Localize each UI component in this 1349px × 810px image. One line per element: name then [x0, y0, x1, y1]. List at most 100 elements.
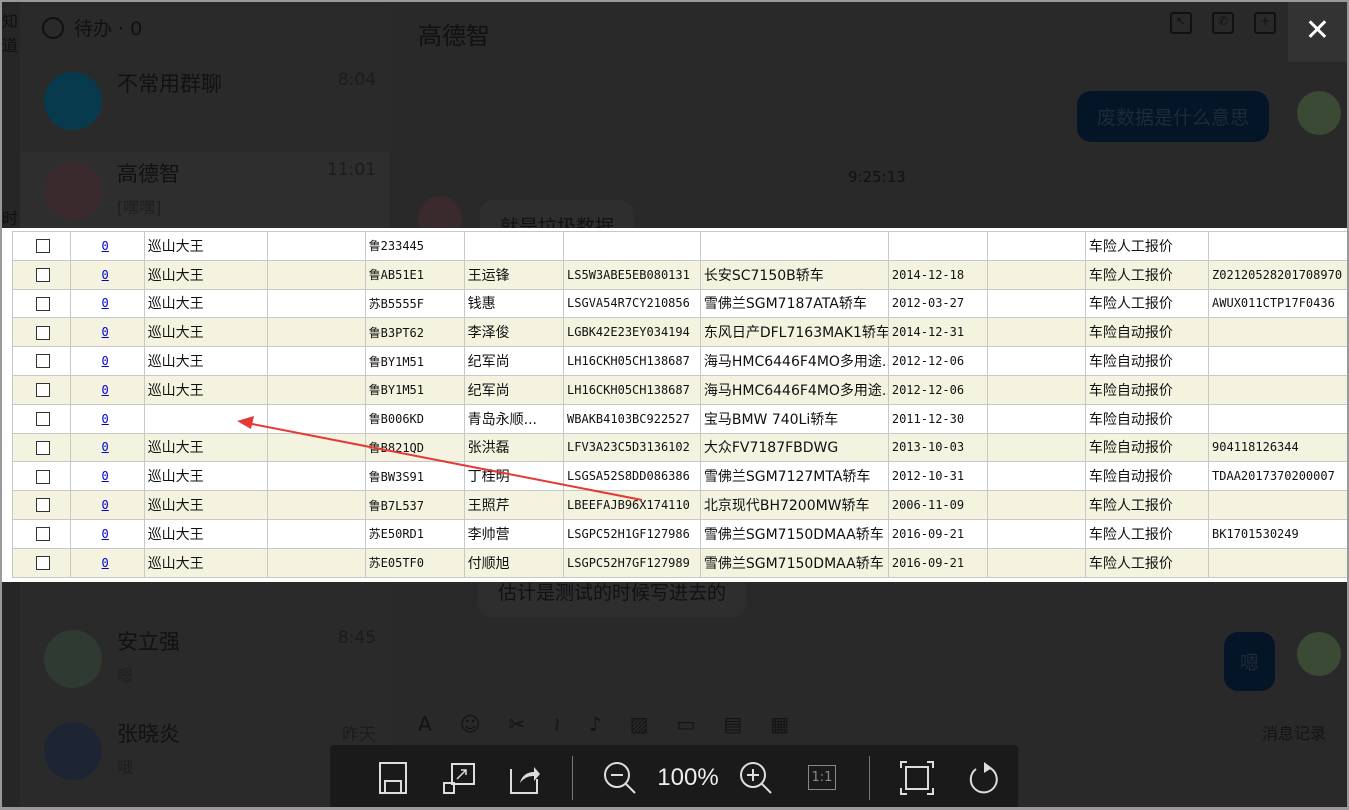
count-link[interactable]: 0 — [102, 383, 109, 397]
close-viewer-button[interactable]: ✕ — [1288, 2, 1347, 62]
conversation-name: 不常用群聊 — [117, 72, 222, 96]
table-cell — [987, 259, 1086, 290]
row-checkbox[interactable] — [36, 527, 50, 542]
conversation-item[interactable]: 安立强 8:45 嗯 — [20, 620, 390, 712]
table-cell — [987, 288, 1086, 319]
row-checkbox[interactable] — [36, 498, 50, 513]
phone-icon[interactable]: ✆ — [1212, 12, 1234, 34]
count-link[interactable]: 0 — [102, 556, 109, 570]
conversation-name: 安立强 — [117, 630, 180, 654]
table-cell: 0 — [69, 231, 145, 261]
open-original-button[interactable] — [426, 753, 492, 803]
count-link[interactable]: 0 — [102, 412, 109, 426]
screen-share-icon[interactable]: ↖ — [1170, 12, 1192, 34]
conversation-time: 昨天 — [342, 725, 376, 745]
count-link[interactable]: 0 — [102, 325, 109, 339]
table-cell: 车险自动报价 — [1084, 403, 1210, 434]
expand-icon — [443, 762, 475, 794]
avatar — [44, 162, 102, 220]
share-button[interactable] — [492, 753, 558, 803]
conversation-time: 8:45 — [337, 628, 376, 648]
count-link[interactable]: 0 — [102, 268, 109, 282]
microphone-icon[interactable]: ♪ — [589, 712, 602, 736]
edge-text: 知道 — [2, 12, 19, 55]
avatar — [44, 722, 102, 780]
count-link[interactable]: 0 — [102, 354, 109, 368]
image-icon[interactable]: ▨ — [630, 712, 649, 736]
viewed-image: 0 巡山大王 鲁233445 车险人工报价 0 巡山大王 鲁AB51E1 王运锋 LS5W3AB… — [2, 228, 1349, 582]
table-row: 0 巡山大王 鲁BY1M51 纪军尚 LH16CKH05CH138687 海马HMC644… — [12, 346, 1349, 376]
share-icon — [510, 766, 540, 794]
table-cell — [987, 231, 1086, 261]
table-cell: 鲁BY1M51 — [364, 346, 465, 376]
add-member-icon[interactable]: + — [1254, 12, 1276, 34]
table-cell: 北京现代BH7200MW轿车 — [699, 490, 889, 520]
todo-button[interactable]: 待办 · 0 — [42, 14, 142, 41]
font-icon[interactable]: A — [418, 712, 432, 736]
table-cell: 0 — [69, 547, 145, 578]
table-cell — [267, 461, 366, 492]
table-cell: 钱惠 — [463, 288, 565, 319]
message-bubble: 废数据是什么意思 — [1077, 91, 1270, 142]
table-row: 0 巡山大王 鲁233445 车险人工报价 — [12, 231, 1349, 261]
table-cell: 长安SC7150B轿车 — [699, 259, 889, 290]
doc-icon[interactable]: ▤ — [723, 712, 742, 736]
table-cell — [887, 231, 989, 261]
row-checkbox[interactable] — [36, 555, 50, 570]
table-cell — [987, 547, 1086, 578]
edge-text: 时 — [2, 209, 19, 228]
table-cell: LH16CKH05CH138687 — [563, 374, 701, 405]
table-cell: 2012-10-31 — [887, 461, 989, 492]
rotate-icon — [969, 761, 998, 793]
table-row: 0 巡山大王 鲁BY1M51 纪军尚 LH16CKH05CH138687 海马HMC644… — [12, 374, 1349, 405]
table-row: 0 鲁B006KD 青岛永顺... WBAKB4103BC922527 宝马BMW 74… — [12, 403, 1349, 434]
conversation-item[interactable]: 不常用群聊 8:04 — [20, 62, 390, 154]
chat-title: 高德智 — [418, 22, 490, 50]
table-cell: 车险人工报价 — [1084, 288, 1210, 319]
zoom-in-icon — [740, 761, 772, 794]
table-row: 0 巡山大王 苏B5555F 钱惠 LSGVA54R7CY210856 雪佛兰SGM718… — [12, 288, 1349, 319]
row-checkbox[interactable] — [36, 440, 50, 455]
calendar-icon[interactable]: ▦ — [770, 712, 789, 736]
row-checkbox[interactable] — [36, 296, 50, 311]
message-history-button[interactable]: 消息记录 — [1262, 720, 1326, 744]
emoji-icon[interactable]: ☺ — [460, 712, 481, 736]
table-cell: 2011-12-30 — [887, 403, 989, 434]
count-link[interactable]: 0 — [102, 239, 109, 253]
zoom-out-button[interactable] — [587, 753, 653, 803]
zoom-in-button[interactable] — [723, 753, 789, 803]
save-button[interactable] — [360, 753, 426, 803]
table-cell — [987, 403, 1086, 434]
row-checkbox-cell — [12, 490, 71, 520]
count-link[interactable]: 0 — [102, 527, 109, 541]
screenshot-icon[interactable]: ✂ — [509, 712, 526, 736]
table-cell: 李泽俊 — [463, 317, 565, 348]
fit-window-button[interactable] — [884, 753, 950, 803]
row-checkbox[interactable] — [36, 325, 50, 340]
row-checkbox[interactable] — [36, 239, 50, 254]
count-link[interactable]: 0 — [102, 498, 109, 512]
table-cell: 车险人工报价 — [1084, 518, 1210, 549]
divider — [572, 755, 573, 800]
message-timestamp: 9:25:13 — [848, 168, 906, 186]
table-cell: 巡山大王 — [143, 259, 269, 290]
actual-size-button[interactable]: 1:1 — [789, 753, 855, 803]
row-checkbox[interactable] — [36, 469, 50, 484]
row-checkbox[interactable] — [36, 354, 50, 369]
row-checkbox[interactable] — [36, 411, 50, 426]
table-cell: 巡山大王 — [143, 288, 269, 319]
count-link[interactable]: 0 — [102, 440, 109, 454]
table-cell: 巡山大王 — [143, 518, 269, 549]
table-cell — [987, 490, 1086, 520]
table-cell: 0 — [69, 403, 145, 434]
count-link[interactable]: 0 — [102, 469, 109, 483]
rotate-button[interactable] — [950, 753, 1016, 803]
table-cell — [1208, 547, 1349, 578]
row-checkbox[interactable] — [36, 383, 50, 398]
count-link[interactable]: 0 — [102, 296, 109, 310]
row-checkbox[interactable] — [36, 267, 50, 282]
folder-icon[interactable]: ▭ — [676, 712, 695, 736]
table-cell: 王照芹 — [463, 490, 565, 520]
shake-icon[interactable]: ≀ — [553, 712, 561, 736]
table-cell: 0 — [69, 432, 145, 463]
